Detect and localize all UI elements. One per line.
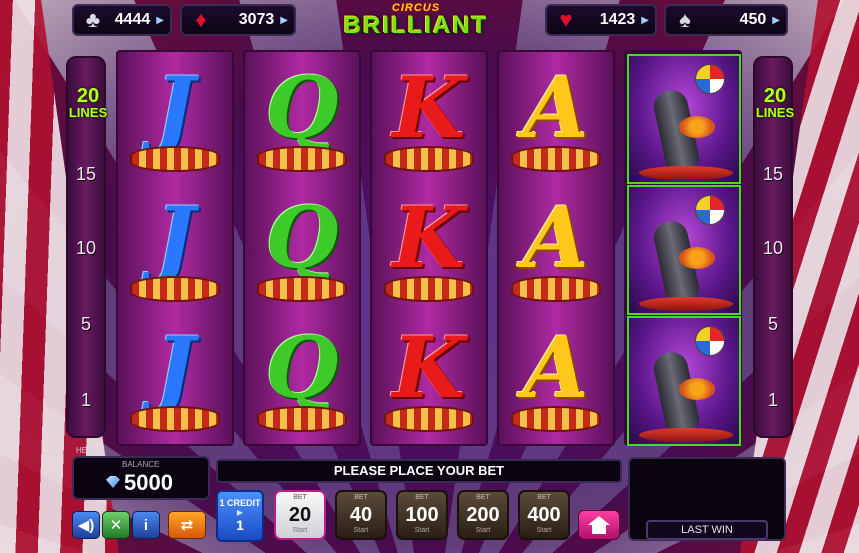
balance-label: BALANCE	[122, 460, 160, 469]
status-message: PLEASE PLACE YOUR BET	[216, 459, 622, 483]
reel-4: A A A	[497, 50, 615, 446]
help-label[interactable]: HELP	[76, 446, 97, 455]
jackpot-diamonds: ♦ 3073 ▶	[180, 4, 296, 36]
lines-count: 20 LINES	[68, 85, 108, 120]
clubs-icon: ♣	[85, 7, 101, 32]
symbol-j: J	[118, 184, 232, 314]
line-marker: 5	[80, 314, 91, 334]
sound-button[interactable]: ◀)	[72, 511, 100, 539]
paylines-indicator-left: 20 LINES 15 10 5 1	[66, 56, 107, 438]
symbol-j: J	[118, 54, 232, 184]
jackpot-spades: ♠ 450 ▶	[664, 4, 788, 36]
line-marker: 1	[767, 390, 778, 410]
credit-label: 1 CREDIT	[219, 498, 261, 508]
reel-2: Q Q Q	[243, 50, 361, 446]
symbol-seal	[627, 54, 741, 184]
arrow-right-icon: ▶	[772, 14, 780, 26]
symbol-seal	[627, 185, 741, 315]
fullscreen-icon: ✕	[109, 517, 123, 534]
line-marker: 15	[762, 164, 784, 184]
credit-selector[interactable]: 1 CREDIT ▶ 1	[216, 490, 264, 542]
logo-title: BRILLIANT	[343, 12, 489, 39]
symbol-a: A	[499, 314, 613, 444]
line-marker: 15	[75, 164, 97, 184]
symbol-k: K	[372, 314, 486, 444]
line-marker: 10	[762, 238, 784, 258]
diamonds-icon: ♦	[195, 7, 207, 32]
game-logo: CIRCUS BRILLIANT	[332, 2, 500, 44]
last-win-label: LAST WIN	[646, 520, 768, 540]
arrow-right-icon: ▶	[156, 14, 164, 26]
symbol-q: Q	[245, 184, 359, 314]
home-icon	[588, 516, 610, 534]
symbol-k: K	[372, 184, 486, 314]
sound-icon: ◀)	[77, 517, 95, 534]
home-button[interactable]	[578, 510, 620, 540]
reels-area: J J J Q Q Q K K K A A A	[116, 50, 742, 446]
symbol-seal	[627, 316, 741, 446]
bet-button-20[interactable]: BET 20 Start	[274, 490, 326, 540]
gamble-button[interactable]: ⇄	[168, 511, 206, 539]
symbol-a: A	[499, 184, 613, 314]
jackpot-value: 450	[739, 11, 767, 28]
arrow-right-icon: ▶	[236, 508, 244, 517]
info-icon: i	[143, 516, 149, 534]
jackpot-value: 1423	[599, 11, 636, 28]
line-marker: 5	[767, 314, 778, 334]
reel-1: J J J	[116, 50, 234, 446]
ball-icon	[695, 195, 725, 225]
balance-display: BALANCE 5000	[72, 456, 210, 500]
lines-count: 20 LINES	[755, 85, 795, 120]
reel-5	[624, 50, 742, 446]
jackpot-hearts: ♥ 1423 ▶	[545, 4, 657, 36]
balance-value: 5000	[124, 470, 173, 495]
paylines-indicator-right: 20 LINES 15 10 5 1	[753, 56, 794, 438]
symbol-q: Q	[245, 54, 359, 184]
gamble-icon: ⇄	[180, 517, 194, 534]
diamond-icon	[106, 476, 120, 488]
symbol-a: A	[499, 54, 613, 184]
bet-button-100[interactable]: BET 100 Start	[396, 490, 448, 540]
bet-button-200[interactable]: BET 200 Start	[457, 490, 509, 540]
arrow-right-icon: ▶	[641, 14, 649, 26]
jackpot-clubs: ♣ 4444 ▶	[72, 4, 172, 36]
line-marker: 10	[75, 238, 97, 258]
symbol-j: J	[118, 314, 232, 444]
jackpot-value: 4444	[114, 11, 151, 28]
info-button[interactable]: i	[132, 511, 160, 539]
bet-button-40[interactable]: BET 40 Start	[335, 490, 387, 540]
ball-icon	[695, 326, 725, 356]
arrow-right-icon: ▶	[280, 14, 288, 26]
symbol-k: K	[372, 54, 486, 184]
hearts-icon: ♥	[559, 7, 573, 32]
line-marker: 1	[80, 390, 91, 410]
reel-3: K K K	[370, 50, 488, 446]
ball-icon	[695, 64, 725, 94]
spades-icon: ♠	[679, 7, 691, 32]
jackpot-value: 3073	[238, 11, 275, 28]
symbol-q: Q	[245, 314, 359, 444]
bet-button-400[interactable]: BET 400 Start	[518, 490, 570, 540]
credit-value: 1	[236, 517, 244, 533]
fullscreen-button[interactable]: ✕	[102, 511, 130, 539]
